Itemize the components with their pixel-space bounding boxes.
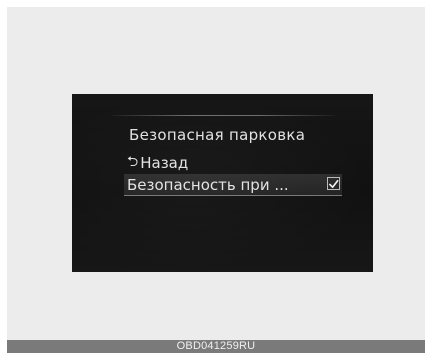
checkmark-icon	[329, 179, 339, 188]
back-arrow-icon: ⮌	[127, 154, 139, 170]
safety-exit-label: Безопасность при ...	[127, 175, 289, 194]
safety-exit-menu-item[interactable]: Безопасность при ...	[124, 174, 342, 196]
top-divider	[111, 115, 335, 116]
back-menu-item[interactable]: ⮌ Назад	[127, 152, 188, 174]
menu-title: Безопасная парковка	[129, 126, 306, 144]
figure-code: OBD041259RU	[176, 340, 256, 352]
checkbox[interactable]	[327, 177, 340, 190]
manual-page-panel: Безопасная парковка ⮌ Назад Безопасность…	[7, 7, 425, 340]
footer-bar: OBD041259RU	[7, 340, 425, 353]
back-label: Назад	[140, 154, 189, 172]
infotainment-screen: Безопасная парковка ⮌ Назад Безопасность…	[72, 94, 373, 272]
